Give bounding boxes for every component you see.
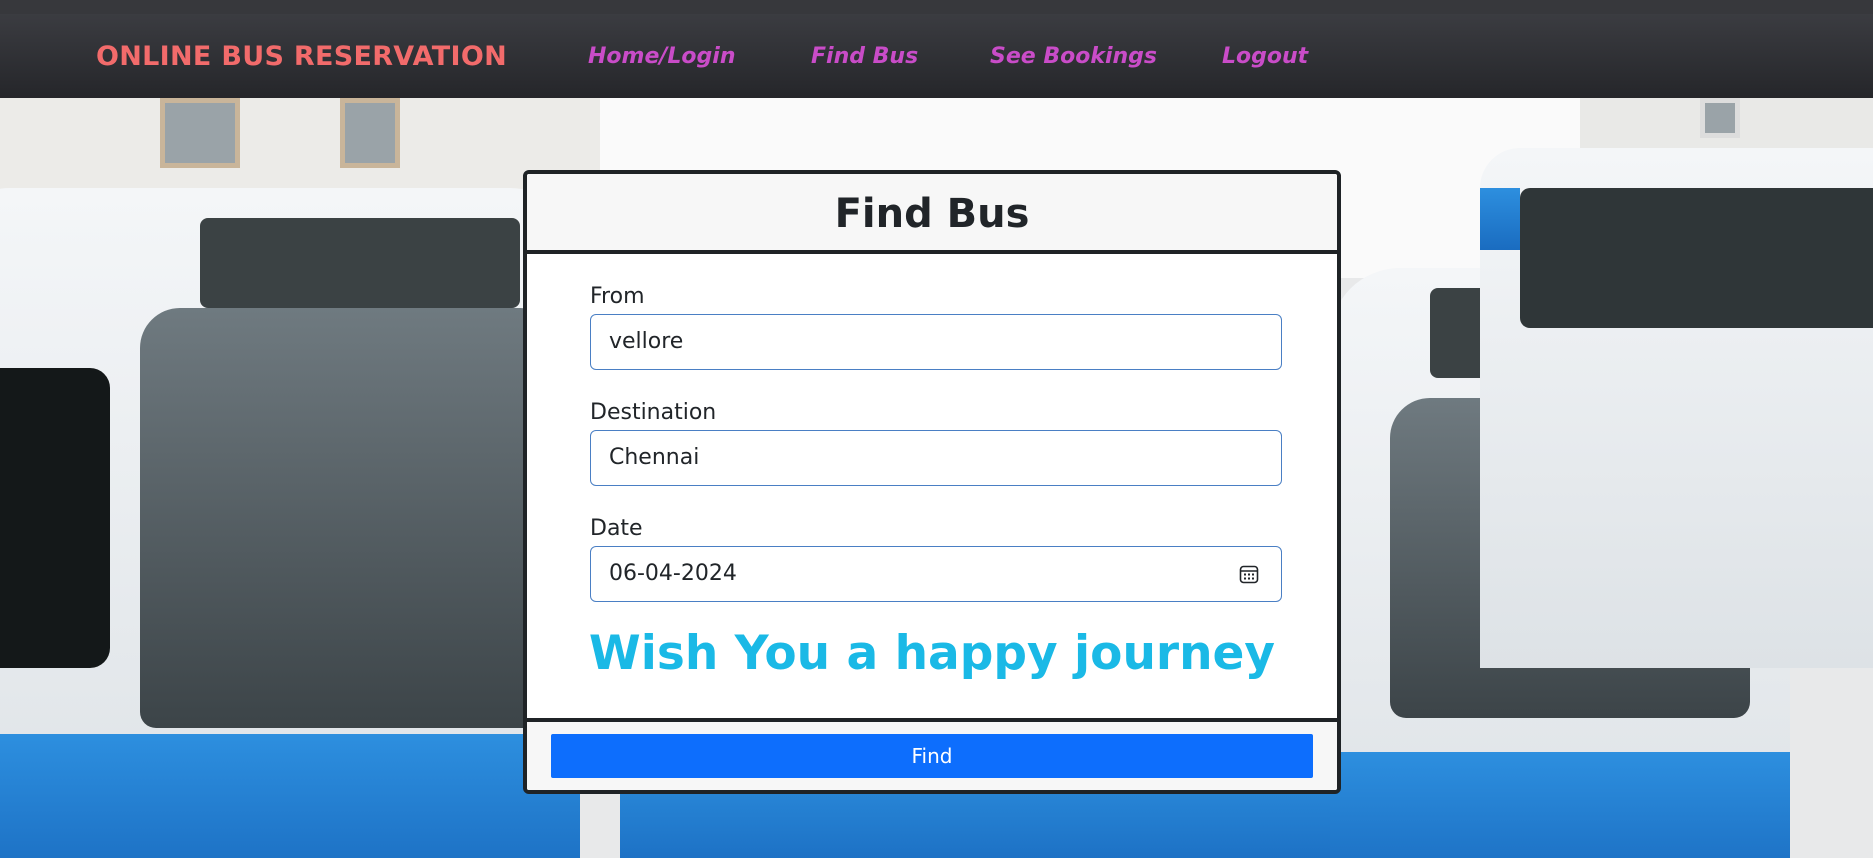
bus-left [0,188,580,858]
nav-home-login[interactable]: Home/Login [588,44,736,69]
building-window [160,98,240,168]
journey-message: Wish You a happy journey [588,626,1276,681]
calendar-icon[interactable] [1239,564,1259,584]
date-input[interactable]: 06-04-2024 [590,546,1282,602]
card-header: Find Bus [527,174,1337,254]
card-footer: Find [527,718,1337,790]
date-input-value: 06-04-2024 [609,561,737,586]
from-input-value: vellore [609,329,684,354]
building-window [1700,98,1740,138]
destination-input-value: Chennai [609,445,700,470]
find-button[interactable]: Find [551,734,1313,778]
date-label: Date [590,516,643,541]
navbar: ONLINE BUS RESERVATION Home/Login Find B… [0,14,1873,98]
find-bus-card: Find Bus From vellore Destination Chenna… [523,170,1341,794]
window-top-strip [0,0,1873,14]
nav-see-bookings[interactable]: See Bookings [990,44,1157,69]
nav-find-bus[interactable]: Find Bus [811,44,918,69]
building-window [340,98,400,168]
bus-far-right [1480,148,1873,668]
destination-input[interactable]: Chennai [590,430,1282,486]
card-title: Find Bus [834,191,1030,237]
brand-title[interactable]: ONLINE BUS RESERVATION [96,41,507,72]
nav-logout[interactable]: Logout [1222,44,1308,69]
from-input[interactable]: vellore [590,314,1282,370]
from-label: From [590,284,645,309]
destination-label: Destination [590,400,717,425]
